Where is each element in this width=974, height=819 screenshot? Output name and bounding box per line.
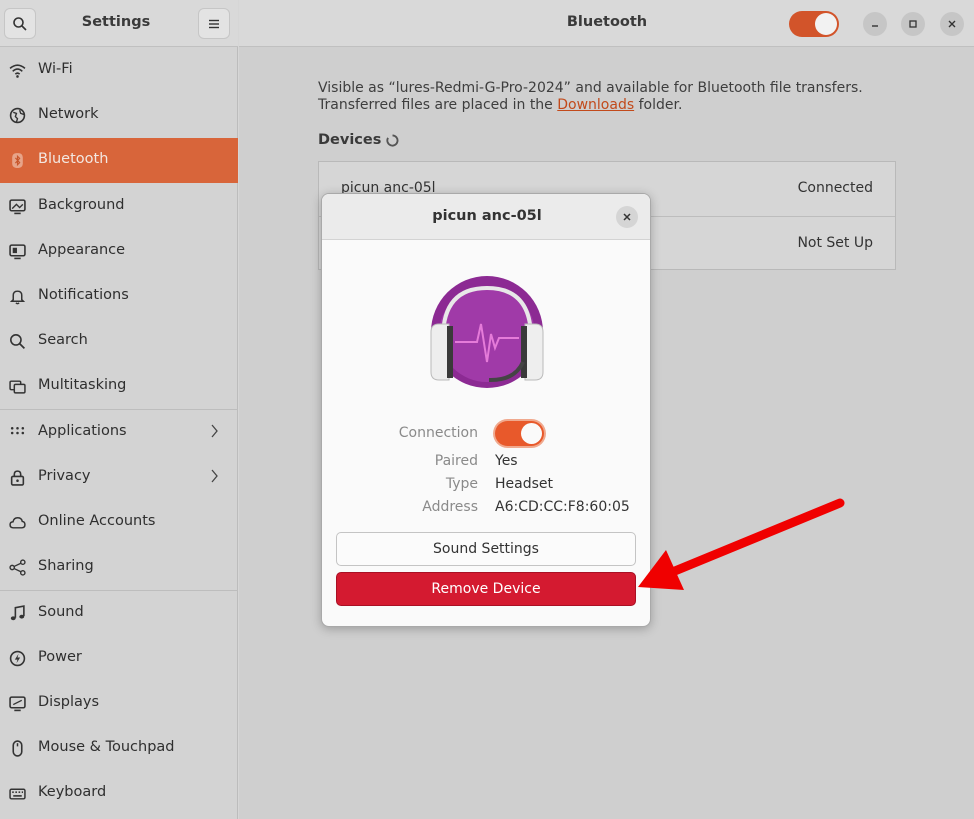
sound-settings-button[interactable]: Sound Settings bbox=[336, 532, 636, 566]
main-menu-button[interactable] bbox=[198, 8, 230, 39]
sidebar-item-multitasking[interactable]: Multitasking bbox=[0, 364, 238, 409]
chevron-right-icon bbox=[211, 469, 218, 483]
sidebar-item-label: Sharing bbox=[38, 558, 94, 574]
sidebar: Settings Wi-Fi Network Bluetooth Backgro… bbox=[0, 0, 238, 819]
downloads-link[interactable]: Downloads bbox=[557, 97, 634, 113]
sidebar-item-label: Mouse & Touchpad bbox=[38, 739, 175, 755]
sidebar-item-label: Displays bbox=[38, 694, 100, 710]
sidebar-item-bluetooth[interactable]: Bluetooth bbox=[0, 138, 238, 183]
power-icon bbox=[9, 650, 26, 667]
music-note-icon bbox=[10, 605, 25, 621]
apps-grid-icon bbox=[10, 426, 25, 435]
sidebar-item-label: Sound bbox=[38, 604, 84, 620]
sidebar-item-power[interactable]: Power bbox=[0, 636, 238, 681]
header-bar: Bluetooth bbox=[239, 0, 974, 47]
toggle-track bbox=[495, 421, 544, 446]
sidebar-item-label: Multitasking bbox=[38, 377, 127, 393]
sidebar-item-keyboard[interactable]: Keyboard bbox=[0, 771, 238, 816]
device-status: Not Set Up bbox=[797, 235, 873, 251]
toggle-knob bbox=[521, 423, 542, 444]
sidebar-item-search[interactable]: Search bbox=[0, 319, 238, 364]
sidebar-item-displays[interactable]: Displays bbox=[0, 681, 238, 726]
connection-toggle[interactable] bbox=[493, 419, 546, 448]
chevron-right-icon bbox=[211, 424, 218, 438]
sidebar-item-label: Keyboard bbox=[38, 784, 107, 800]
sidebar-item-label: Notifications bbox=[38, 287, 129, 303]
remove-device-button[interactable]: Remove Device bbox=[336, 572, 636, 606]
sidebar-item-notifications[interactable]: Notifications bbox=[0, 274, 238, 319]
sidebar-item-wifi[interactable]: Wi-Fi bbox=[0, 48, 238, 93]
appearance-icon bbox=[9, 244, 26, 260]
cloud-icon bbox=[9, 516, 26, 529]
sidebar-item-applications[interactable]: Applications bbox=[0, 410, 238, 455]
sidebar-item-network[interactable]: Network bbox=[0, 93, 238, 138]
dialog-title: picun anc-05l bbox=[432, 208, 542, 224]
close-icon bbox=[948, 20, 956, 28]
maximize-icon bbox=[909, 20, 917, 28]
display-icon bbox=[9, 696, 26, 712]
annotation-arrow-icon bbox=[638, 498, 845, 590]
sidebar-item-label: Bluetooth bbox=[38, 151, 109, 167]
close-window-button[interactable] bbox=[940, 12, 964, 36]
sidebar-item-mouse-touchpad[interactable]: Mouse & Touchpad bbox=[0, 726, 238, 771]
minimize-icon bbox=[872, 25, 878, 27]
bell-icon bbox=[9, 290, 26, 305]
sidebar-header: Settings bbox=[0, 0, 238, 47]
sidebar-item-label: Power bbox=[38, 649, 82, 665]
lock-icon bbox=[10, 470, 25, 486]
mouse-icon bbox=[12, 740, 23, 757]
sidebar-item-appearance[interactable]: Appearance bbox=[0, 229, 238, 274]
address-value: A6:CD:CC:F8:60:05 bbox=[495, 499, 630, 515]
settings-window: Settings Wi-Fi Network Bluetooth Backgro… bbox=[0, 0, 974, 819]
sidebar-item-label: Privacy bbox=[38, 468, 91, 484]
share-icon bbox=[9, 559, 26, 576]
sidebar-item-sharing[interactable]: Sharing bbox=[0, 545, 238, 590]
transfer-info-suffix: folder. bbox=[634, 97, 683, 113]
toggle-knob bbox=[815, 13, 837, 35]
devices-heading: Devices bbox=[318, 132, 382, 148]
close-icon bbox=[623, 213, 631, 221]
minimize-button[interactable] bbox=[863, 12, 887, 36]
sidebar-item-privacy[interactable]: Privacy bbox=[0, 455, 238, 500]
wifi-icon bbox=[9, 64, 26, 78]
sidebar-item-label: Background bbox=[38, 197, 125, 213]
headset-icon bbox=[430, 276, 544, 388]
hamburger-menu-icon bbox=[209, 19, 219, 28]
paired-label: Paired bbox=[434, 453, 478, 469]
type-label: Type bbox=[445, 476, 478, 492]
search-icon bbox=[10, 334, 26, 350]
sidebar-item-label: Network bbox=[38, 106, 99, 122]
bluetooth-icon bbox=[12, 153, 23, 168]
paired-value: Yes bbox=[495, 453, 518, 469]
device-status: Connected bbox=[797, 180, 873, 196]
sidebar-item-label: Appearance bbox=[38, 242, 126, 258]
device-details-dialog: picun anc-05l Connection Paired Yes Type… bbox=[321, 193, 651, 627]
transfer-info: Transferred files are placed in the Down… bbox=[318, 97, 682, 113]
sidebar-item-label: Online Accounts bbox=[38, 513, 156, 529]
network-icon bbox=[9, 107, 26, 124]
keyboard-icon bbox=[9, 788, 26, 800]
sidebar-item-background[interactable]: Background bbox=[0, 184, 238, 229]
maximize-button[interactable] bbox=[901, 12, 925, 36]
address-label: Address bbox=[422, 499, 478, 515]
sidebar-item-label: Search bbox=[38, 332, 88, 348]
sidebar-item-online-accounts[interactable]: Online Accounts bbox=[0, 500, 238, 545]
connection-label: Connection bbox=[398, 425, 478, 441]
spinner-icon bbox=[386, 134, 399, 147]
sidebar-item-label: Applications bbox=[38, 423, 127, 439]
dialog-header: picun anc-05l bbox=[322, 194, 650, 240]
transfer-info-prefix: Transferred files are placed in the bbox=[318, 97, 558, 113]
background-icon bbox=[9, 199, 26, 215]
dialog-close-button[interactable] bbox=[616, 206, 638, 228]
visibility-info: Visible as “lures-Redmi-G-Pro-2024” and … bbox=[318, 80, 863, 96]
sidebar-item-label: Wi-Fi bbox=[38, 61, 73, 77]
sidebar-item-sound[interactable]: Sound bbox=[0, 591, 238, 636]
type-value: Headset bbox=[495, 476, 554, 492]
bluetooth-toggle[interactable] bbox=[789, 11, 839, 37]
multitasking-icon bbox=[9, 380, 26, 394]
